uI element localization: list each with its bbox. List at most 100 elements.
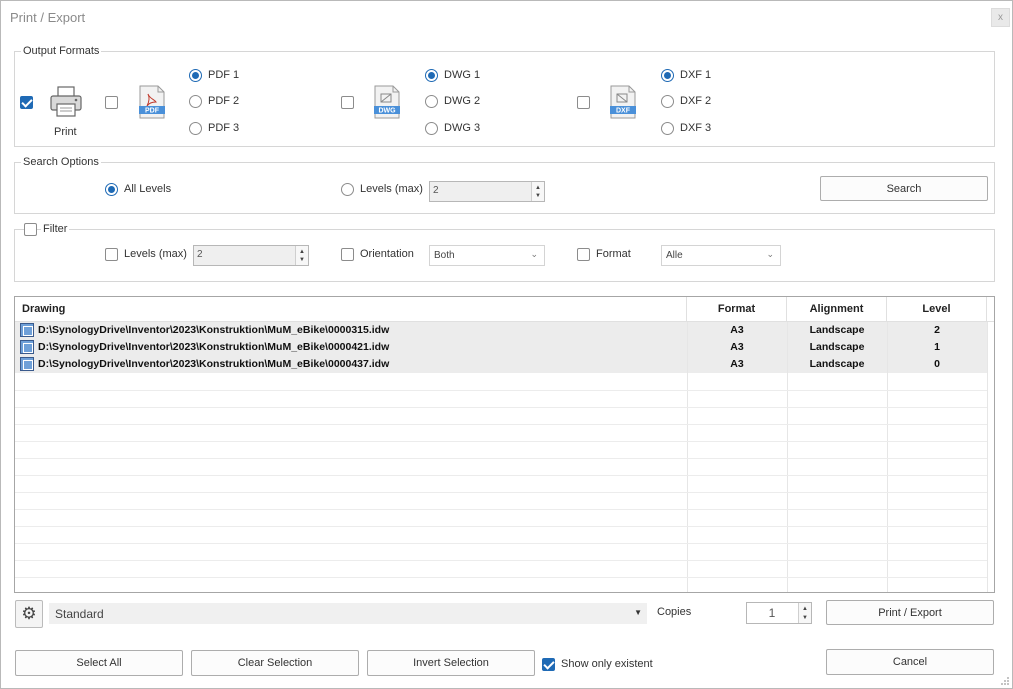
close-button[interactable]: x	[991, 8, 1010, 27]
drawing-path: D:\SynologyDrive\Inventor\2023\Konstrukt…	[38, 324, 390, 336]
grid-row-line	[15, 458, 987, 459]
grid-column-divider	[987, 322, 988, 592]
grid-row-line	[15, 543, 987, 544]
filter-levels-arrows[interactable]: ▲ ▼	[295, 246, 308, 265]
dwg-3-radio[interactable]	[425, 122, 438, 135]
orientation-value: Both	[434, 250, 455, 261]
grid-row-line	[15, 492, 987, 493]
dwg-2-radio[interactable]	[425, 95, 438, 108]
copies-stepper[interactable]: 1 ▲ ▼	[746, 602, 812, 624]
spin-down-icon[interactable]: ▼	[802, 615, 808, 621]
chevron-down-icon: ⌄	[766, 249, 774, 259]
dwg-3-label: DWG 3	[444, 122, 481, 134]
spin-up-icon[interactable]: ▲	[802, 606, 808, 612]
drawing-path: D:\SynologyDrive\Inventor\2023\Konstrukt…	[38, 358, 390, 370]
settings-button[interactable]: ⚙	[15, 600, 43, 628]
select-all-button[interactable]: Select All	[15, 650, 183, 676]
dxf-checkbox[interactable]	[577, 96, 590, 109]
drawing-level: 0	[934, 358, 940, 370]
resize-grip-icon[interactable]	[1000, 676, 1010, 686]
show-only-existent-checkbox[interactable]	[542, 658, 555, 671]
format-checkbox[interactable]	[577, 248, 590, 261]
search-button[interactable]: Search	[820, 176, 988, 201]
pdf-icon-text: PDF	[145, 108, 160, 115]
dxf-file-icon: DXF	[610, 85, 636, 119]
grid-row-line	[15, 407, 987, 408]
drawing-alignment: Landscape	[809, 324, 865, 336]
dxf-icon-text: DXF	[616, 108, 631, 115]
grid-column-divider	[787, 322, 788, 592]
table-row[interactable]: D:\SynologyDrive\Inventor\2023\Konstrukt…	[15, 339, 987, 356]
levels-max-radio[interactable]	[341, 183, 354, 196]
pdf-checkbox[interactable]	[105, 96, 118, 109]
filter-levels-label: Levels (max)	[124, 248, 187, 260]
grid-row-line	[15, 390, 987, 391]
drawing-file-icon	[20, 323, 34, 337]
pdf-1-radio[interactable]	[189, 69, 202, 82]
dxf-1-label: DXF 1	[680, 69, 712, 81]
format-select[interactable]: Alle ⌄	[661, 245, 781, 266]
pdf-2-label: PDF 2	[208, 95, 240, 107]
dwg-1-label: DWG 1	[444, 69, 481, 81]
search-levels-arrows[interactable]: ▲ ▼	[531, 182, 544, 201]
format-value: Alle	[666, 250, 683, 261]
table-row[interactable]: D:\SynologyDrive\Inventor\2023\Konstrukt…	[15, 322, 987, 339]
column-header-drawing[interactable]: Drawing	[15, 297, 687, 322]
drawing-file-icon	[20, 357, 34, 371]
copies-arrows[interactable]: ▲ ▼	[798, 603, 811, 623]
grid-row-line	[15, 509, 987, 510]
filter-levels-value: 2	[197, 249, 203, 260]
grid-row-line	[15, 424, 987, 425]
column-header-level[interactable]: Level	[887, 297, 987, 322]
show-only-existent-label: Show only existent	[561, 658, 653, 670]
dwg-file-icon: DWG	[374, 85, 400, 119]
pdf-2-radio[interactable]	[189, 95, 202, 108]
column-header-format[interactable]: Format	[687, 297, 787, 322]
filter-checkbox[interactable]	[24, 223, 37, 236]
grid-column-divider	[687, 322, 688, 592]
preset-select[interactable]: Standard ▼	[49, 603, 647, 624]
print-checkbox[interactable]	[20, 96, 33, 109]
dxf-2-label: DXF 2	[680, 95, 712, 107]
dropdown-arrow-icon: ▼	[634, 608, 642, 617]
spin-down-icon[interactable]: ▼	[535, 193, 541, 199]
clear-selection-button[interactable]: Clear Selection	[191, 650, 359, 676]
gear-icon: ⚙	[21, 604, 37, 623]
filter-levels-stepper[interactable]: 2 ▲ ▼	[193, 245, 309, 266]
dwg-1-radio[interactable]	[425, 69, 438, 82]
print-export-button[interactable]: Print / Export	[826, 600, 994, 625]
output-formats-legend: Output Formats	[21, 45, 102, 57]
format-label: Format	[596, 248, 631, 260]
spin-down-icon[interactable]: ▼	[299, 257, 305, 263]
filter-levels-checkbox[interactable]	[105, 248, 118, 261]
dxf-1-radio[interactable]	[661, 69, 674, 82]
dwg-icon-text: DWG	[378, 108, 396, 115]
orientation-checkbox[interactable]	[341, 248, 354, 261]
copies-value: 1	[768, 606, 776, 620]
drawings-grid[interactable]: Drawing Format Alignment Level D:\Synolo…	[14, 296, 995, 593]
table-row[interactable]: D:\SynologyDrive\Inventor\2023\Konstrukt…	[15, 356, 987, 373]
drawing-alignment: Landscape	[809, 341, 865, 353]
dxf-2-radio[interactable]	[661, 95, 674, 108]
orientation-label: Orientation	[360, 248, 414, 260]
drawing-level: 2	[934, 324, 940, 336]
pdf-3-radio[interactable]	[189, 122, 202, 135]
column-header-alignment[interactable]: Alignment	[787, 297, 887, 322]
search-options-legend: Search Options	[21, 156, 101, 168]
cancel-button[interactable]: Cancel	[826, 649, 994, 675]
dwg-checkbox[interactable]	[341, 96, 354, 109]
spin-up-icon[interactable]: ▲	[535, 185, 541, 191]
orientation-select[interactable]: Both ⌄	[429, 245, 545, 266]
dxf-3-radio[interactable]	[661, 122, 674, 135]
drawing-path: D:\SynologyDrive\Inventor\2023\Konstrukt…	[38, 341, 390, 353]
spin-up-icon[interactable]: ▲	[299, 249, 305, 255]
copies-label: Copies	[657, 606, 692, 618]
search-levels-stepper[interactable]: 2 ▲ ▼	[429, 181, 545, 202]
printer-icon	[50, 86, 82, 117]
drawing-file-icon	[20, 340, 34, 354]
all-levels-radio[interactable]	[105, 183, 118, 196]
drawing-format: A3	[730, 358, 744, 370]
window-title: Print / Export	[10, 10, 86, 25]
invert-selection-button[interactable]: Invert Selection	[367, 650, 535, 676]
drawing-format: A3	[730, 341, 744, 353]
